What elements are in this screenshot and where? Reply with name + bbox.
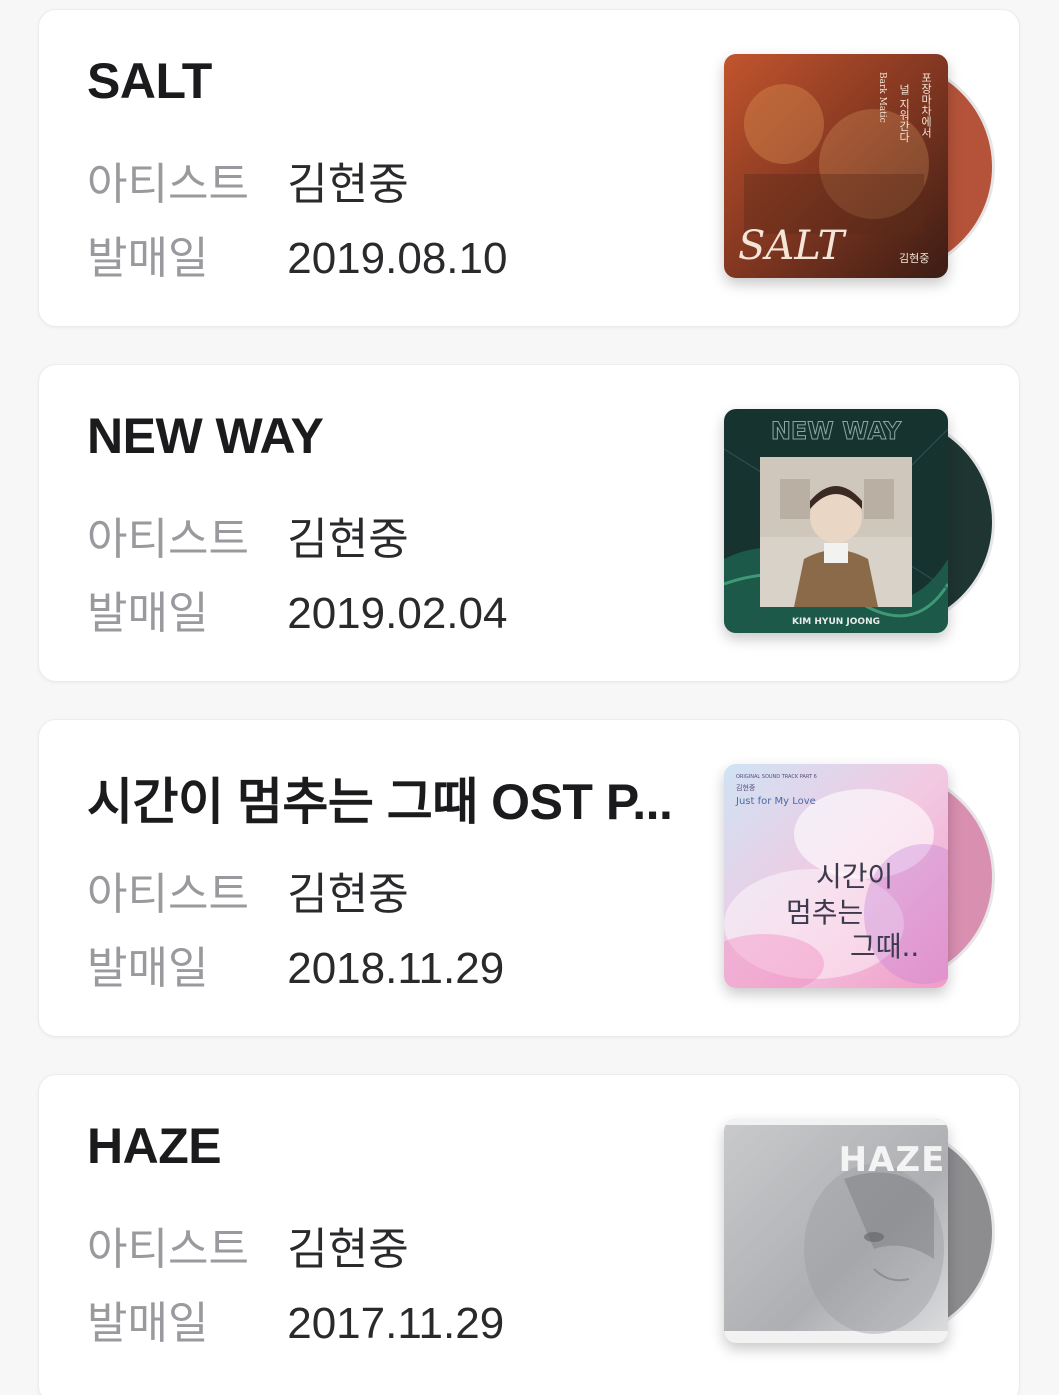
artist-name: 김현중 [287,1225,409,1274]
new-way-cover-image: NEW WAY KIM HYUN JOONG [724,409,948,633]
artist-label: 아티스트 [87,515,249,564]
album-title: SALT [87,53,212,109]
release-date: 2017.11.29 [287,1299,505,1348]
cover-top-text: HAZE [839,1140,946,1180]
artist-name: 김현중 [287,160,409,209]
haze-cover-image: HAZE [724,1119,948,1343]
artist-row: 아티스트 김현중 [87,1213,409,1277]
release-date: 2018.11.29 [287,944,505,993]
cover-line-2: 멈추는 [786,896,863,929]
release-label: 발매일 [87,1299,209,1348]
release-date: 2019.08.10 [287,234,508,283]
album-art[interactable]: SALT 김현중 포장마차에서 널 지워간다 Bark Matic [724,54,995,280]
artist-label: 아티스트 [87,870,249,919]
album-art[interactable]: ORIGINAL SOUND TRACK PART 6 김현중 Just for… [724,764,995,990]
cover-vertical-text-3: Bark Matic [877,72,887,123]
release-row: 발매일 2019.08.10 [87,222,507,286]
cover-line-3: 그때.. [850,930,919,963]
release-date: 2019.02.04 [287,589,508,638]
album-list: SALT 아티스트 김현중 발매일 2019.08.10 SALT 김현중 포장… [0,0,1059,1395]
release-label: 발매일 [87,589,209,638]
album-cover: SALT 김현중 포장마차에서 널 지워간다 Bark Matic [724,54,948,278]
cover-vertical-text-1: 포장마차에서 [920,72,933,139]
cover-artist-name: 김현중 [736,784,756,792]
artist-row: 아티스트 김현중 [87,148,409,212]
ost-cover-image: ORIGINAL SOUND TRACK PART 6 김현중 Just for… [724,764,948,988]
album-art[interactable]: HAZE [724,1119,995,1345]
cover-song-title: Just for My Love [735,796,816,807]
album-cover: ORIGINAL SOUND TRACK PART 6 김현중 Just for… [724,764,948,988]
artist-label: 아티스트 [87,1225,249,1274]
cover-small-text: ORIGINAL SOUND TRACK PART 6 [736,774,817,780]
cover-artist-name: 김현중 [899,252,929,265]
release-row: 발매일 2017.11.29 [87,1287,504,1351]
cover-line-1: 시간이 [816,860,893,893]
album-card[interactable]: 시간이 멈추는 그때 OST P... 아티스트 김현중 발매일 2018.11… [38,719,1020,1037]
artist-row: 아티스트 김현중 [87,503,409,567]
cover-bottom-text: KIM HYUN JOONG [792,617,880,627]
album-card[interactable]: SALT 아티스트 김현중 발매일 2019.08.10 SALT 김현중 포장… [38,9,1020,327]
album-title: HAZE [87,1118,222,1174]
artist-name: 김현중 [287,515,409,564]
release-label: 발매일 [87,944,209,993]
cover-vertical-text-2: 널 지워간다 [898,84,911,143]
album-title: NEW WAY [87,408,324,464]
album-art[interactable]: NEW WAY KIM HYUN JOONG [724,409,995,635]
cover-script-text: SALT [738,223,848,269]
artist-row: 아티스트 김현중 [87,858,409,922]
salt-cover-image: SALT 김현중 포장마차에서 널 지워간다 Bark Matic [724,54,948,278]
album-cover: NEW WAY KIM HYUN JOONG [724,409,948,633]
artist-name: 김현중 [287,870,409,919]
album-cover: HAZE [724,1119,948,1343]
cover-top-text: NEW WAY [771,417,902,445]
release-row: 발매일 2018.11.29 [87,932,504,996]
release-row: 발매일 2019.02.04 [87,577,507,641]
artist-label: 아티스트 [87,160,249,209]
album-card[interactable]: HAZE 아티스트 김현중 발매일 2017.11.29 HAZE [38,1074,1020,1395]
release-label: 발매일 [87,234,209,283]
album-card[interactable]: NEW WAY 아티스트 김현중 발매일 2019.02.04 NEW WAY … [38,364,1020,682]
album-title: 시간이 멈추는 그때 OST P... [87,774,673,830]
